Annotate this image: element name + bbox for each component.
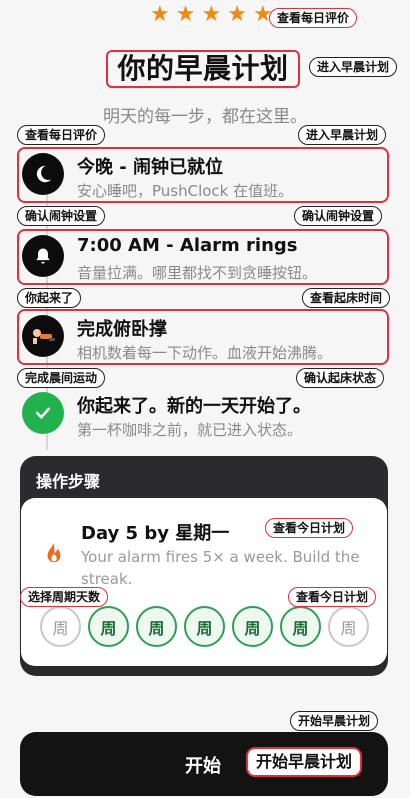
moon-icon [22,153,64,195]
pushup-icon [22,315,64,357]
step-tag-right[interactable]: 确认闹钟设置 [294,206,383,226]
step-tag-left[interactable]: 完成晨间运动 [17,368,106,388]
check-icon [22,392,64,434]
flame-icon [43,542,65,570]
day-toggle[interactable]: 周 [184,606,225,647]
card-title-tag[interactable]: 查看今日计划 [265,518,354,538]
step-desc: 音量拉满。哪里都找不到贪睡按钮。 [77,264,318,282]
step-tag-right[interactable]: 查看起床时间 [302,288,391,308]
step-title: 今晚 - 闹钟已就位 [77,157,224,178]
step-tag-right[interactable]: 确认起床状态 [296,368,385,388]
page-subtitle: 明天的每一步，都在这里。 [103,107,307,127]
rating-tag[interactable]: 查看每日评价 [269,8,358,28]
page-title: 你的早晨计划 [117,52,289,85]
timeline-step-alarm[interactable]: 7:00 AM - Alarm rings 音量拉满。哪里都找不到贪睡按钮。 [17,229,389,285]
cta-tag-above[interactable]: 开始早晨计划 [290,711,379,731]
step-tag-left[interactable]: 你起来了 [17,288,82,308]
bell-icon [22,235,64,277]
step-tag-right[interactable]: 进入早晨计划 [298,125,387,145]
day-toggle[interactable]: 周 [232,606,273,647]
step-title: 你起来了。新的一天开始了。 [77,396,311,417]
step-title: 完成俯卧撑 [77,319,167,340]
day-toggle[interactable]: 周 [328,606,369,647]
days-tag-right[interactable]: 查看今日计划 [288,587,377,607]
step-desc: 相机数着每一下动作。血液开始沸腾。 [77,344,333,362]
star-icon: ★ [175,2,196,27]
start-button[interactable]: 开始 开始早晨计划 [20,732,388,796]
star-icon: ★ [227,2,247,27]
day-toggle[interactable]: 周 [40,606,81,647]
day-toggle[interactable]: 周 [88,606,129,647]
step-desc: 安心睡吧，PushClock 在值班。 [77,182,294,200]
star-icon: ★ [150,2,170,27]
rating-stars[interactable]: ★ ★ ★ ★ ★ [150,3,273,27]
day-toggle[interactable]: 周 [280,606,321,647]
timeline-step-done[interactable]: 你起来了。新的一天开始了。 第一杯咖啡之前，就已进入状态。 [17,386,389,442]
step-tag-left[interactable]: 查看每日评价 [17,125,106,145]
start-button-label: 开始 [185,756,221,777]
start-plan-tag[interactable]: 开始早晨计划 [246,747,363,777]
step-title: 7:00 AM - Alarm rings [77,235,298,256]
card-title: Day 5 by 星期一 [81,523,230,544]
timeline-step-tonight[interactable]: 今晚 - 闹钟已就位 安心睡吧，PushClock 在值班。 [17,147,389,203]
timeline-step-pushups[interactable]: 完成俯卧撑 相机数着每一下动作。血液开始沸腾。 [17,309,389,365]
step-tag-left[interactable]: 确认闹钟设置 [17,206,106,226]
day-toggle[interactable]: 周 [136,606,177,647]
panel-title: 操作步骤 [36,472,101,491]
step-desc: 第一杯咖啡之前，就已进入状态。 [77,421,303,439]
title-tag[interactable]: 进入早晨计划 [309,57,398,77]
day-selector[interactable]: 周 周 周 周 周 周 周 [40,606,369,647]
days-tag-left[interactable]: 选择周期天数 [20,587,109,607]
card-desc: Your alarm fires 5× a week. Build the st… [81,548,360,588]
star-icon: ★ [201,2,222,27]
